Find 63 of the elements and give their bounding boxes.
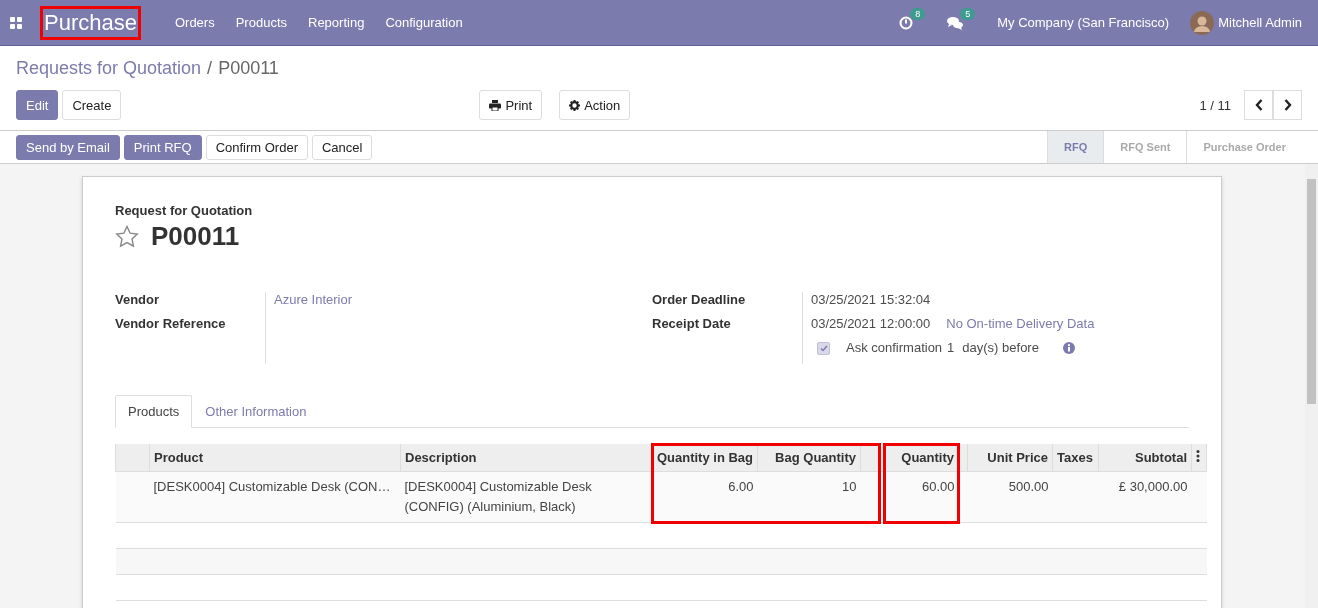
clock-icon[interactable] xyxy=(899,15,914,30)
field-label: Order Deadline xyxy=(652,292,747,309)
header-button[interactable]: Print RFQ xyxy=(123,134,202,160)
header-button[interactable]: Send by Email xyxy=(16,134,120,160)
scrollbar-thumb[interactable] xyxy=(1307,179,1316,404)
delivery-data-link[interactable]: No On-time Delivery Data xyxy=(946,316,1095,332)
menu-item[interactable]: Reporting xyxy=(308,15,365,30)
info-icon[interactable] xyxy=(1062,342,1075,354)
notebook-tab[interactable]: Products xyxy=(115,395,193,428)
breadcrumb-separator: / xyxy=(207,57,213,79)
kebab-menu-icon[interactable] xyxy=(1196,450,1200,462)
gear-icon xyxy=(569,99,581,111)
document-number: P00011 xyxy=(151,221,240,252)
field-value: 03/25/2021 12:00:00 xyxy=(811,316,931,332)
breadcrumb-current: P00011 xyxy=(218,57,279,79)
field-label: Receipt Date xyxy=(652,316,732,333)
chevron-right-icon xyxy=(1283,99,1292,111)
chat-bubbles-icon[interactable] xyxy=(947,15,964,30)
checkbox-label: Ask confirmation xyxy=(846,340,943,356)
days-value: 1 xyxy=(947,340,955,356)
printer-icon xyxy=(489,99,502,111)
table-cell: [DESK0004] Customizable Desk (CONFIG) (Aluminium, Black) xyxy=(404,479,592,514)
notebook-tab[interactable]: Other Information xyxy=(192,395,320,428)
field-label: day(s) before xyxy=(962,340,1039,356)
vendor-link[interactable]: Azure Interior xyxy=(274,292,353,308)
menu-item[interactable]: Orders xyxy=(174,15,215,30)
action-button[interactable]: Action xyxy=(559,90,631,120)
header-button[interactable]: Confirm Order xyxy=(205,134,308,160)
company-switcher[interactable]: My Company (San Francisco) xyxy=(997,15,1170,30)
chevron-left-icon xyxy=(1254,99,1263,111)
menu-item[interactable]: Configuration xyxy=(385,15,463,30)
field-value: 03/25/2021 15:32:04 xyxy=(811,292,931,308)
column-header[interactable]: Product xyxy=(154,450,204,465)
next-button[interactable] xyxy=(1273,90,1302,120)
table-cell: £ 30,000.00 xyxy=(1118,479,1188,494)
create-button[interactable]: Create xyxy=(62,90,122,120)
menu-item[interactable]: Products xyxy=(235,15,287,30)
star-icon[interactable] xyxy=(115,225,139,248)
edit-button[interactable]: Edit xyxy=(16,90,59,120)
app-name[interactable]: Purchase xyxy=(44,9,137,36)
column-header[interactable]: Description xyxy=(405,450,477,465)
document-type-label: Request for Quotation xyxy=(115,203,254,218)
status-stage[interactable]: RFQ xyxy=(1047,131,1104,163)
scrollbar[interactable] xyxy=(1305,164,1318,608)
checkmark-icon xyxy=(819,345,828,352)
field-label: Vendor Reference xyxy=(115,316,227,333)
field-label: Vendor xyxy=(115,292,161,309)
header-button[interactable]: Cancel xyxy=(312,134,373,160)
table-cell: 6.00 xyxy=(728,479,754,494)
print-button[interactable]: Print xyxy=(479,90,543,120)
user-avatar-icon[interactable] xyxy=(1190,10,1215,35)
table-cell: 500.00 xyxy=(1008,479,1049,494)
user-menu[interactable]: Mitchell Admin xyxy=(1218,15,1302,30)
apps-menu-icon[interactable] xyxy=(10,16,22,29)
table-cell: [DESK0004] Customizable Desk (CON… xyxy=(153,479,391,494)
checkbox[interactable] xyxy=(817,342,830,355)
breadcrumb-link[interactable]: Requests for Quotation xyxy=(16,57,202,79)
previous-button[interactable] xyxy=(1244,90,1273,120)
pager-counter: 1 / 11 xyxy=(1199,97,1231,113)
table-cell: 10 xyxy=(842,479,857,494)
table-cell: 60.00 xyxy=(921,479,955,494)
message-count-badge: 5 xyxy=(960,7,976,20)
activity-count-badge: 8 xyxy=(910,7,926,20)
